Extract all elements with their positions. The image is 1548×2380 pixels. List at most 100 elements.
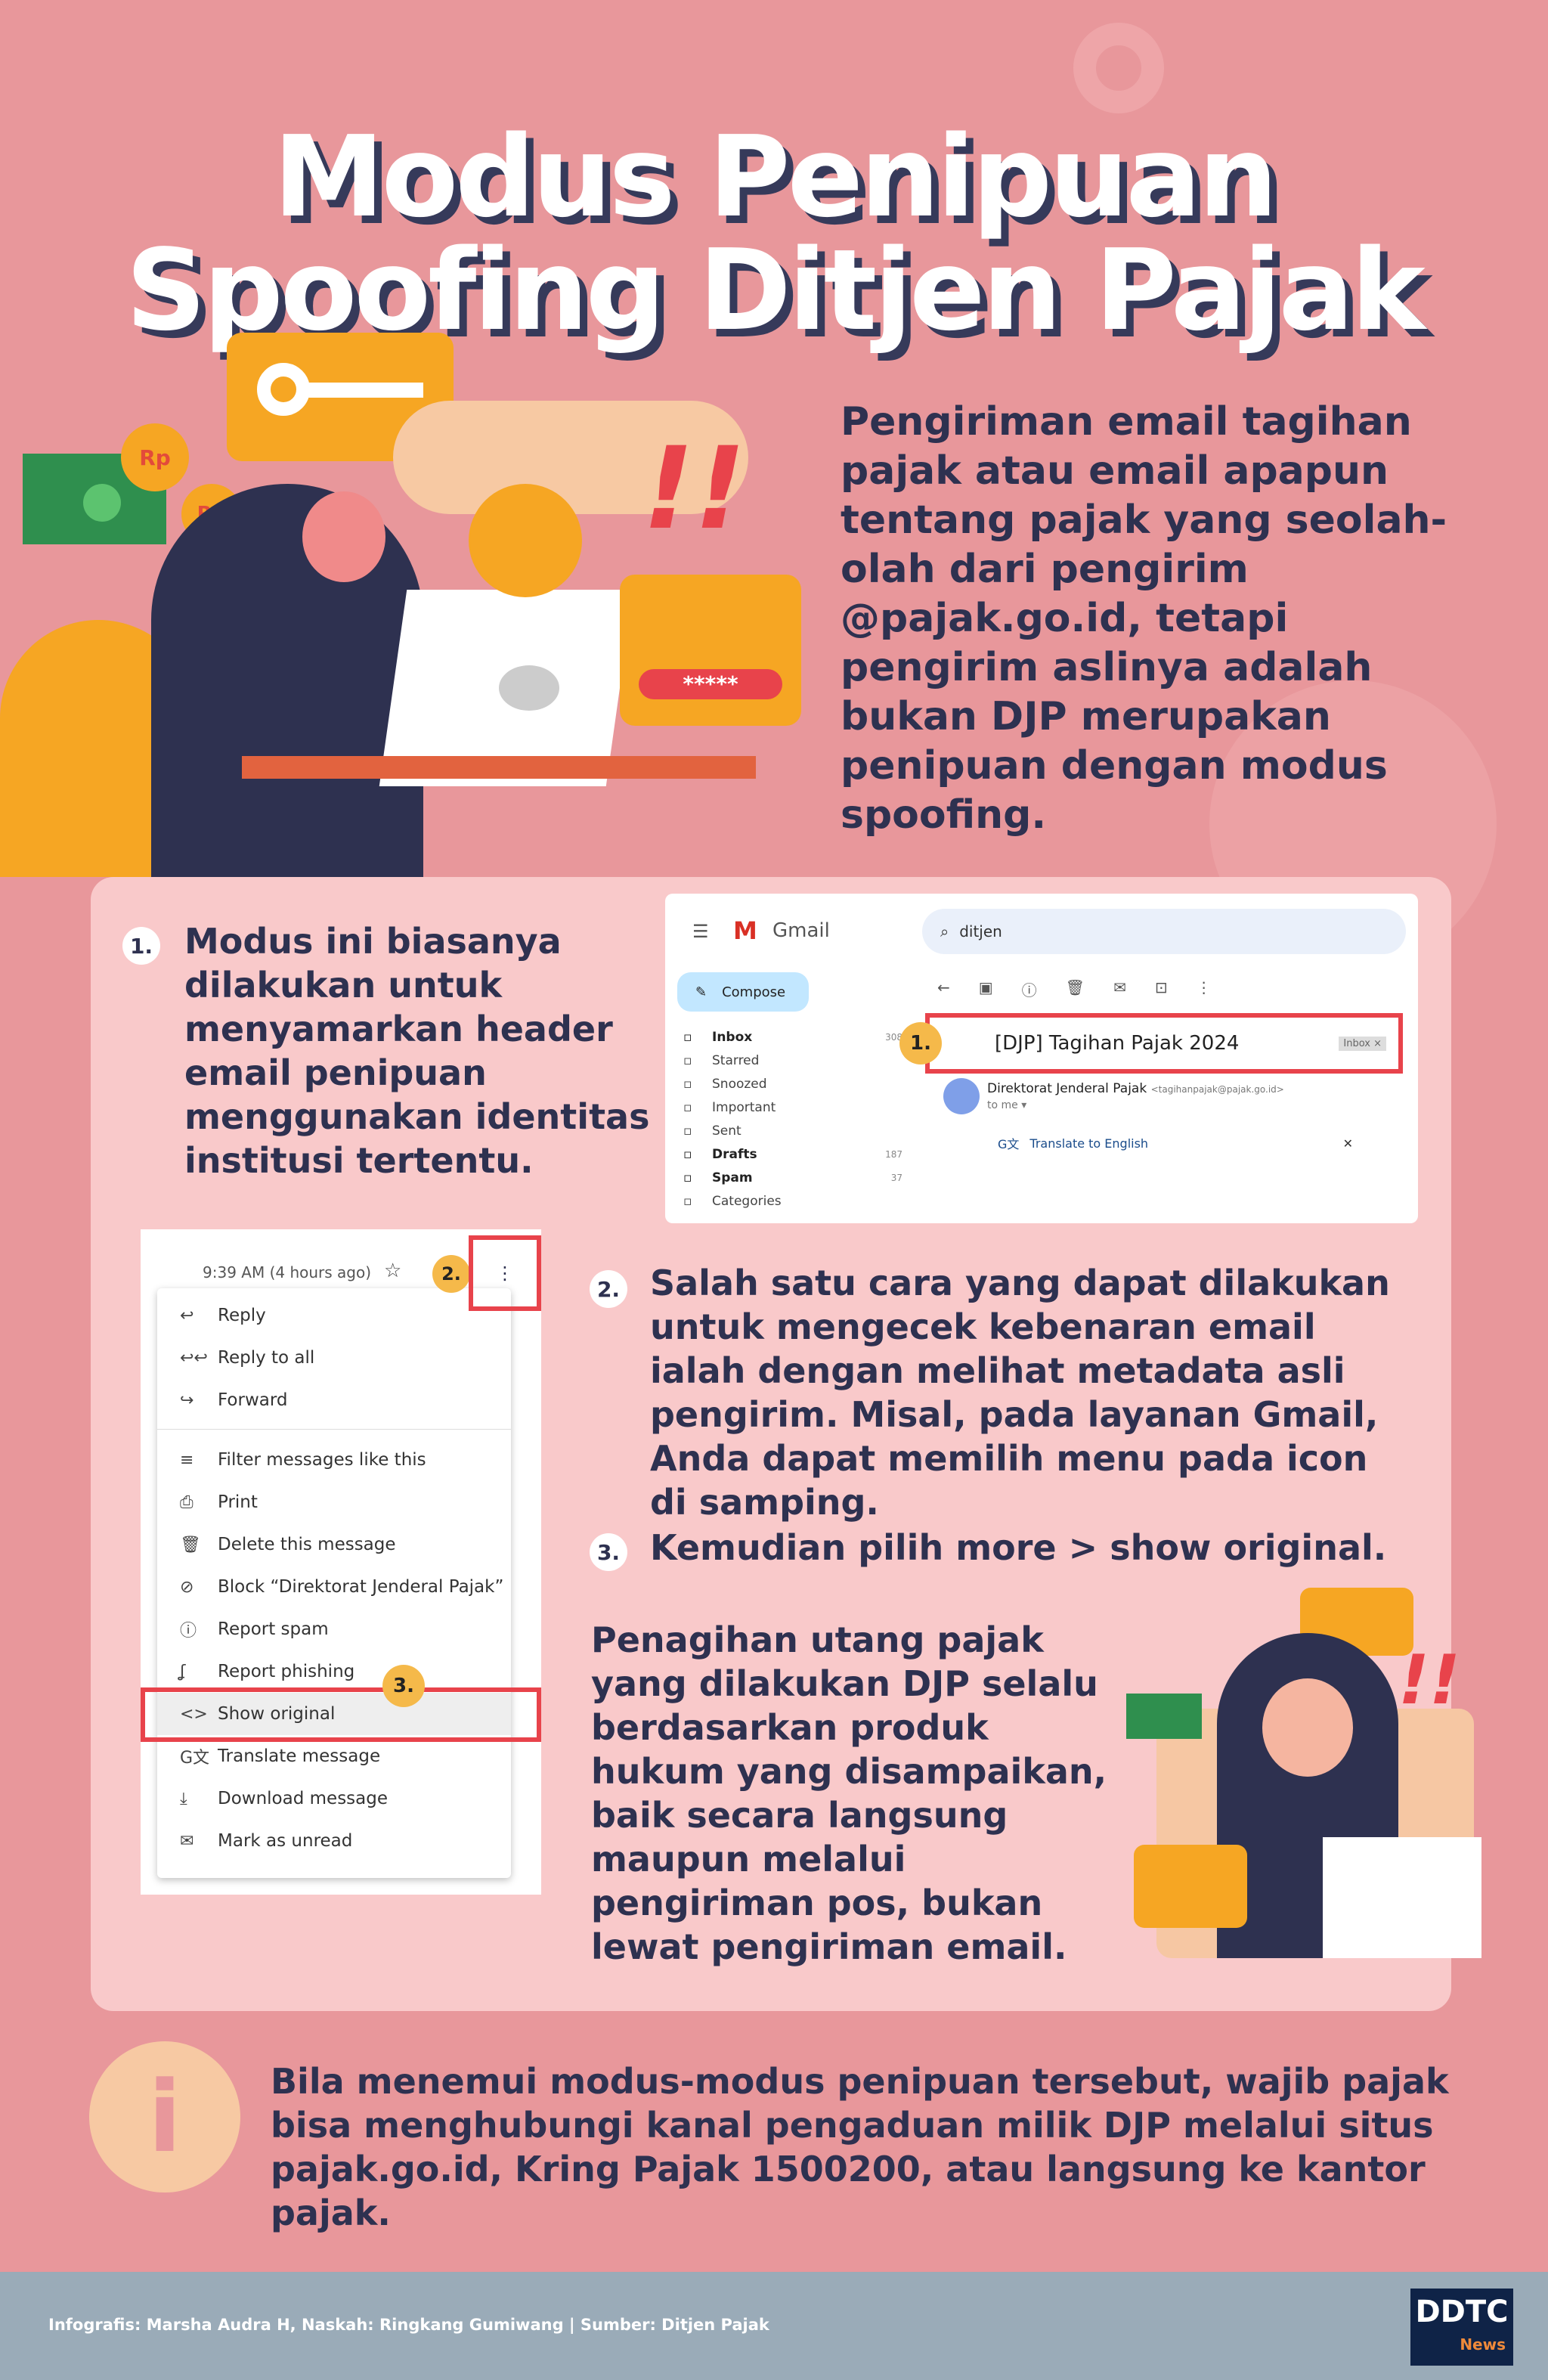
menu-item-report-spam[interactable]: ⓘ Report spam [157, 1608, 511, 1650]
menu-item-mark-as-unread[interactable]: ✉ Mark as unread [157, 1820, 511, 1862]
menu-icon: ⓘ [180, 1622, 197, 1641]
menu-label: Reply to all [218, 1348, 315, 1368]
gmail-brand: Gmail [772, 919, 830, 942]
translate-icon: G文 [998, 1137, 1020, 1151]
step-badge: 1. [122, 927, 160, 965]
menu-icon: ⊘ [180, 1577, 194, 1597]
close-icon[interactable]: ✕ [1343, 1136, 1353, 1151]
compose-label: Compose [722, 984, 786, 1000]
alert-icon: !! [1398, 1641, 1461, 1720]
star-icon[interactable]: ☆ [384, 1260, 401, 1282]
menu-label: Report spam [218, 1619, 329, 1639]
menu-item-print[interactable]: ⎙ Print [157, 1481, 511, 1523]
move-icon[interactable]: ⊡ [1155, 978, 1168, 1000]
context-menu: ↩ Reply ↩↩ Reply to all ↪ Forward ≡ Filter mess… [157, 1288, 511, 1878]
recipient-toggle[interactable]: to me ▾ [987, 1099, 1026, 1111]
gmail-screenshot: ☰ M Gmail ⌕ ditjen ✎ Compose ▫ Inbox 308 ▫ Sta… [665, 894, 1418, 1223]
menu-icon[interactable]: ☰ [692, 921, 709, 942]
lock-bubble [1134, 1845, 1247, 1928]
sidebar-item-categories[interactable]: ▫ Categories [683, 1189, 902, 1213]
step-3-text: Kemudian pilih more > show original. [650, 1527, 1387, 1568]
menu-icon: G文 [180, 1749, 210, 1768]
menu-icon: ⤓ [180, 1789, 187, 1808]
menu-icon: ↪ [180, 1390, 194, 1410]
footer: Infografis: Marsha Audra H, Naskah: Ring… [0, 2272, 1548, 2380]
sidebar-item-spam[interactable]: ▫ Spam 37 [683, 1166, 902, 1189]
trash-icon[interactable]: 🗑 [1066, 978, 1085, 1000]
avatar [943, 1078, 980, 1114]
menu-label: Filter messages like this [218, 1450, 426, 1470]
email-toolbar: ← ▣ ⓘ 🗑 ✉ ⊡ ⋮ [937, 978, 1212, 1000]
sidebar-label: Important [712, 1099, 776, 1115]
gmail-menu-screenshot: 9:39 AM (4 hours ago) ☆ ↩ Reply ↩↩ Reply to… [141, 1229, 541, 1895]
mark-unread-icon[interactable]: ✉ [1113, 978, 1126, 1000]
info-text: Bila menemui modus-modus penipuan terseb… [271, 2061, 1449, 2233]
sidebar-item-snoozed[interactable]: ▫ Snoozed [683, 1072, 902, 1095]
bg-key-decoration [1073, 23, 1164, 113]
archive-icon[interactable]: ▣ [979, 978, 993, 1000]
menu-label: Forward [218, 1390, 288, 1410]
step-badge: 1. [899, 1022, 942, 1064]
menu-icon: ⎙ [180, 1492, 194, 1512]
menu-label: Block “Direktorat Jenderal Pajak” [218, 1577, 504, 1597]
show-original-highlight [141, 1687, 541, 1742]
menu-icon: ✉ [180, 1831, 194, 1851]
menu-item-delete-this-message[interactable]: 🗑 Delete this message [157, 1523, 511, 1566]
star-icon: ▫ [683, 1052, 692, 1068]
search-icon: ⌕ [940, 922, 949, 941]
menu-label: Delete this message [218, 1535, 396, 1554]
menu-item-filter-messages-like-this[interactable]: ≡ Filter messages like this [157, 1439, 511, 1481]
clock-icon: ▫ [683, 1076, 692, 1092]
label-icon: ▫ [683, 1193, 692, 1209]
menu-item-report-phishing[interactable]: ʆ Report phishing [157, 1650, 511, 1693]
more-icon[interactable]: ⋮ [1197, 978, 1212, 1000]
info-icon: i [89, 2041, 240, 2193]
translate-link[interactable]: Translate to English [1029, 1136, 1148, 1151]
closing-text: Penagihan utang pajak yang dilakukan DJP… [591, 1619, 1107, 1967]
menu-icon: 🗑 [180, 1535, 201, 1554]
step-2-text: Salah satu cara yang dapat dilakukan unt… [650, 1263, 1390, 1523]
search-input[interactable]: ⌕ ditjen [922, 909, 1406, 954]
intro-text: Pengiriman email tagihan pajak atau emai… [841, 399, 1447, 838]
back-icon[interactable]: ← [937, 978, 950, 1000]
sidebar-label: Starred [712, 1052, 760, 1068]
report-icon[interactable]: ⓘ [1022, 978, 1037, 1000]
sidebar-item-starred[interactable]: ▫ Starred [683, 1049, 902, 1072]
lock-bubble [620, 575, 801, 726]
sidebar-item-important[interactable]: ▫ Important [683, 1095, 902, 1119]
sidebar-label: Inbox [712, 1029, 753, 1045]
hacker-small-illustration: !! [1126, 1588, 1489, 1958]
step-badge: 3. [382, 1665, 425, 1707]
sidebar-item-drafts[interactable]: ▫ Drafts 187 [683, 1142, 902, 1166]
credits: Infografis: Marsha Audra H, Naskah: Ring… [48, 2316, 769, 2334]
menu-item-reply-to-all[interactable]: ↩↩ Reply to all [157, 1337, 511, 1379]
step-badge: 3. [590, 1533, 627, 1571]
alert-icon: !! [642, 423, 746, 555]
menu-label: Print [218, 1492, 258, 1512]
coin-icon: Rp [121, 423, 189, 491]
compose-button[interactable]: ✎ Compose [677, 972, 809, 1012]
menu-divider [157, 1429, 511, 1430]
sidebar-count: 187 [885, 1148, 902, 1160]
menu-label: Download message [218, 1789, 389, 1808]
hacker-illustration: Rp Rp !! ***** [0, 333, 801, 877]
gmail-logo-icon: M [733, 916, 757, 945]
file-icon: ▫ [683, 1146, 692, 1162]
menu-item-download-message[interactable]: ⤓ Download message [157, 1777, 511, 1820]
eye-icon [469, 484, 582, 597]
sidebar-item-inbox[interactable]: ▫ Inbox 308 [683, 1025, 902, 1049]
more-options-button[interactable]: ⋮ [469, 1235, 541, 1311]
step-badge: 2. [432, 1255, 470, 1293]
sidebar-item-sent[interactable]: ▫ Sent [683, 1119, 902, 1142]
page-title-line2: Spoofing Ditjen Pajak [125, 225, 1426, 355]
menu-item-reply[interactable]: ↩ Reply [157, 1294, 511, 1337]
inbox-chip[interactable]: Inbox × [1339, 1036, 1386, 1051]
sidebar-label: Sent [712, 1123, 741, 1139]
page-title-line1: Modus Penipuan [273, 112, 1277, 242]
send-icon: ▫ [683, 1123, 692, 1139]
menu-item-block-direktorat-jenderal-pajak[interactable]: ⊘ Block “Direktorat Jenderal Pajak” [157, 1566, 511, 1608]
menu-label: Reply [218, 1306, 266, 1325]
menu-item-forward[interactable]: ↪ Forward [157, 1379, 511, 1421]
translate-bar: G文 Translate to English ✕ [998, 1130, 1353, 1157]
email-subject: [DJP] Tagihan Pajak 2024 [995, 1032, 1240, 1055]
